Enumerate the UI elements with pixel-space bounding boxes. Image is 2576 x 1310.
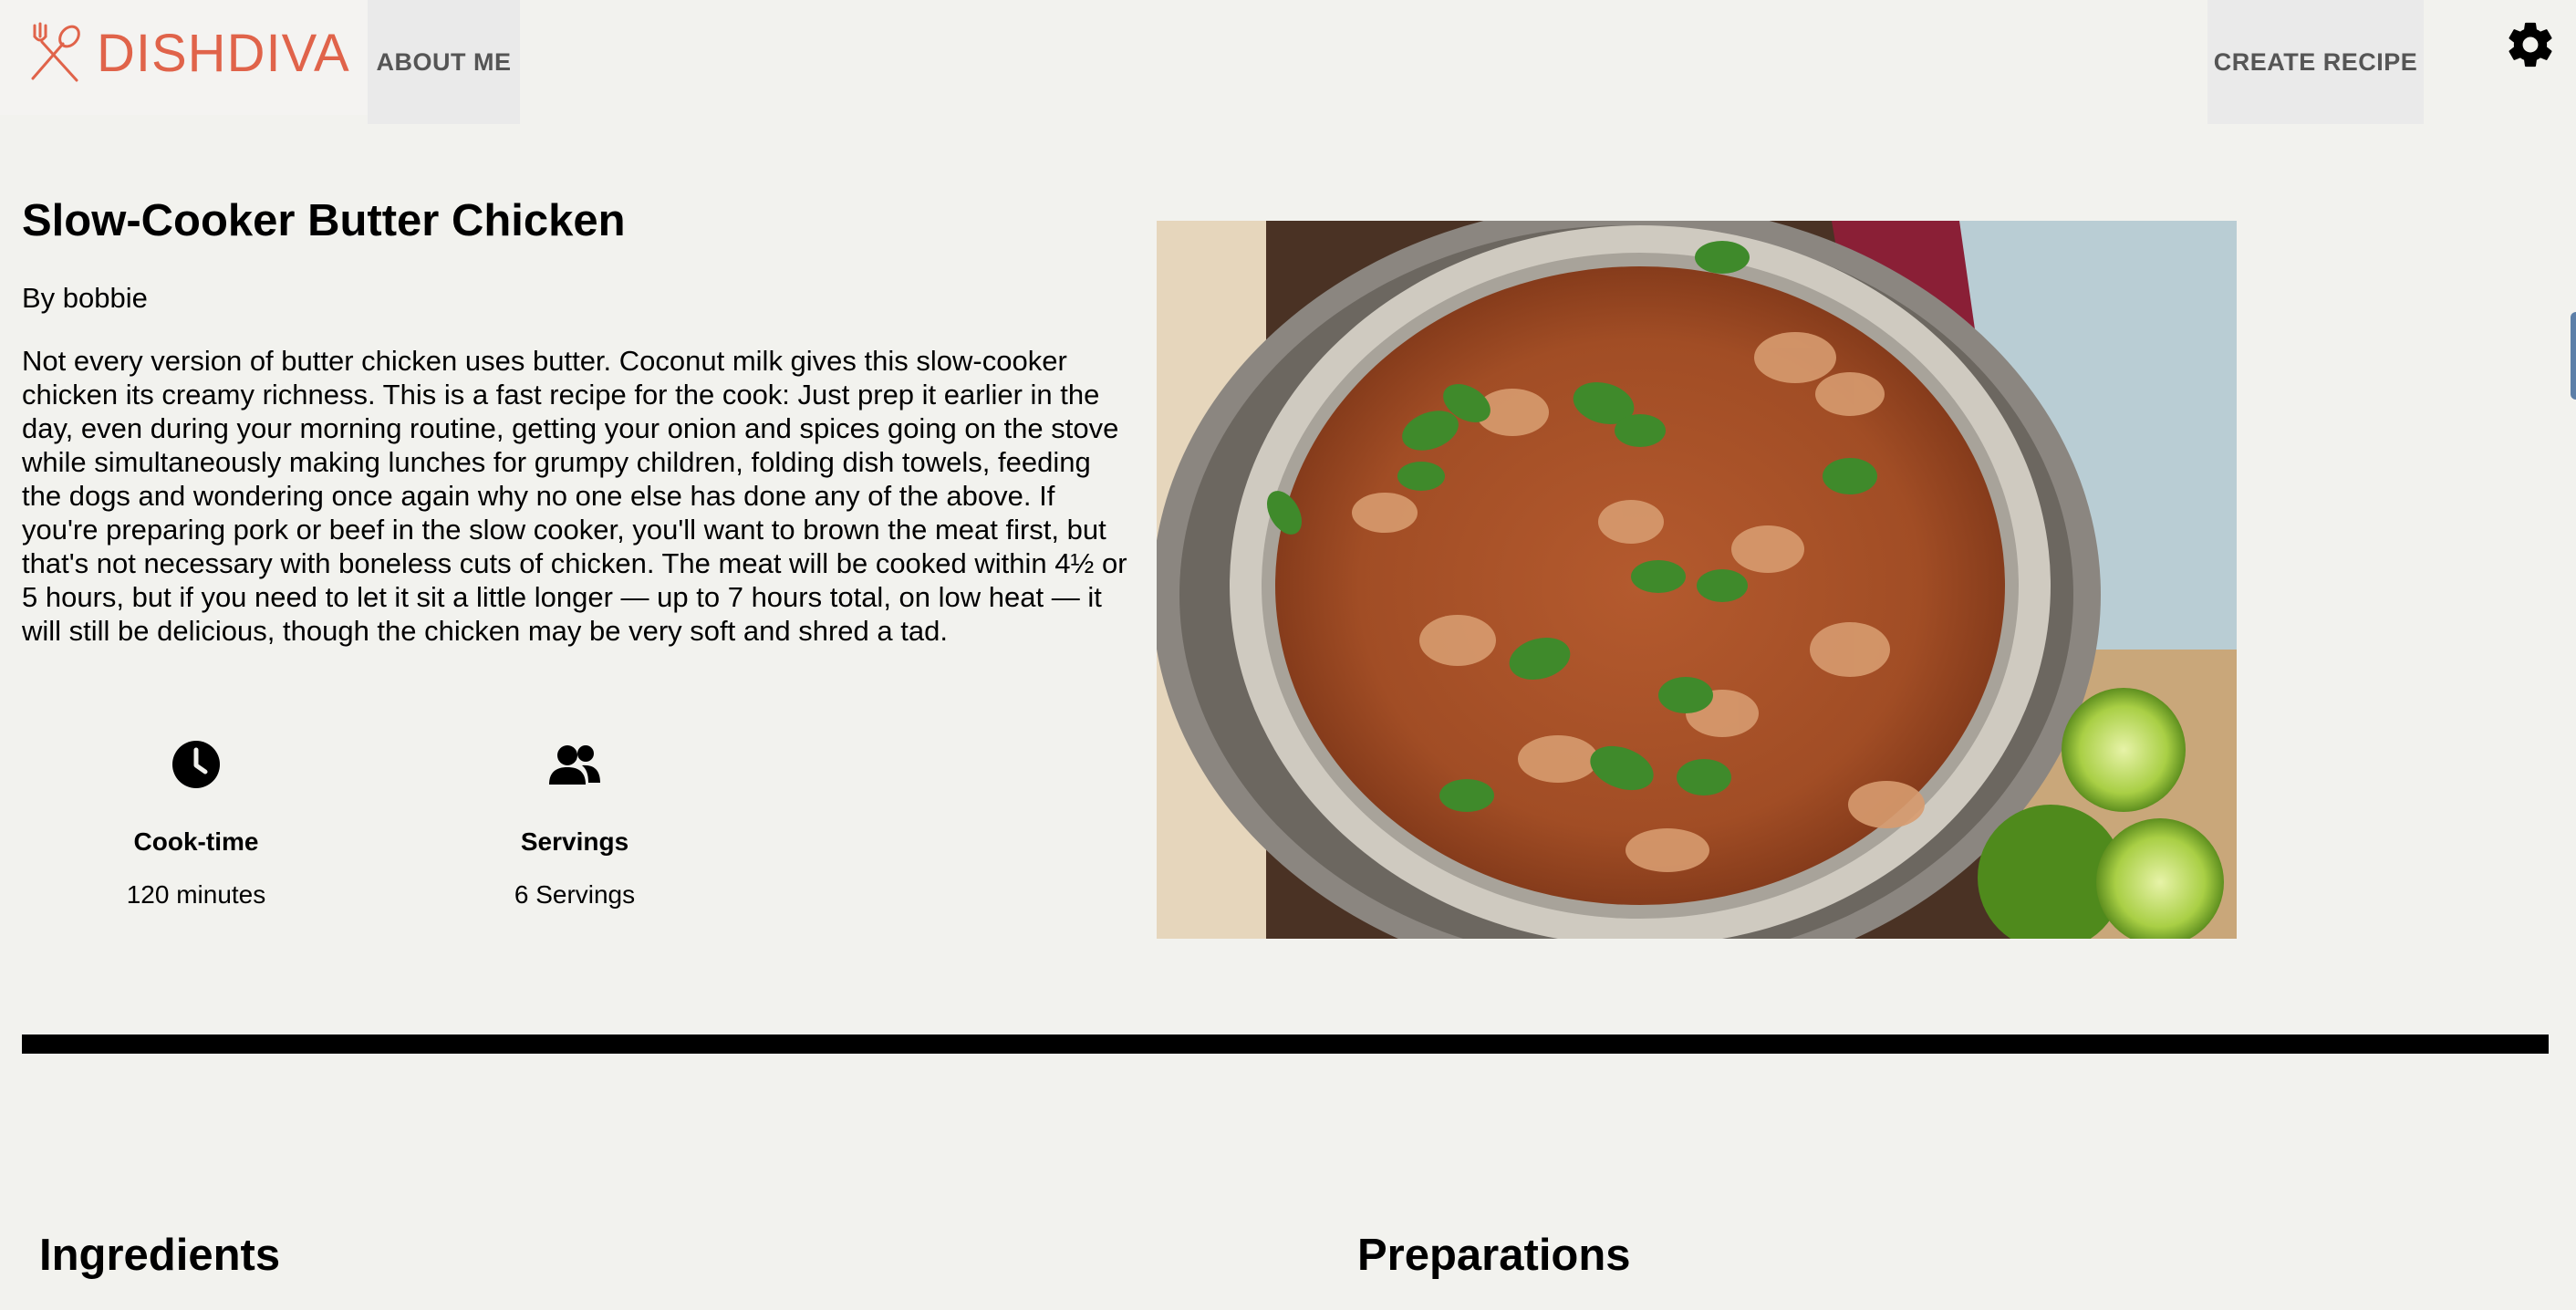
cook-time-info: Cook-time 120 minutes — [78, 737, 315, 910]
about-me-link[interactable]: ABOUT ME — [368, 0, 520, 124]
top-nav-bar: DISHDIVA ABOUT ME CREATE RECIPE — [0, 0, 2576, 124]
gear-icon[interactable] — [2504, 18, 2557, 71]
recipe-description: Not every version of butter chicken uses… — [22, 345, 1127, 647]
cook-time-value: 120 minutes — [126, 880, 266, 909]
servings-info: Servings 6 Servings — [456, 737, 693, 910]
recipe-author: By bobbie — [22, 282, 148, 314]
recipe-title: Slow-Cooker Butter Chicken — [22, 196, 626, 245]
create-recipe-link[interactable]: CREATE RECIPE — [2207, 0, 2424, 124]
section-divider — [22, 1034, 2549, 1054]
preparations-heading: Preparations — [1357, 1231, 1631, 1280]
cook-time-label: Cook-time — [133, 827, 259, 856]
ingredients-heading: Ingredients — [39, 1231, 281, 1280]
servings-label: Servings — [520, 827, 629, 856]
fork-spoon-icon — [31, 22, 80, 82]
side-feedback-tab[interactable] — [2571, 312, 2576, 400]
recipe-photo — [1157, 221, 2237, 939]
servings-value: 6 Servings — [514, 880, 636, 909]
logo-text: DISHDIVA — [97, 24, 350, 83]
logo-home-link[interactable]: DISHDIVA — [0, 0, 368, 115]
people-icon — [549, 745, 600, 785]
clock-icon — [172, 741, 220, 788]
butter-chicken-photo-illustration — [1157, 221, 2237, 939]
